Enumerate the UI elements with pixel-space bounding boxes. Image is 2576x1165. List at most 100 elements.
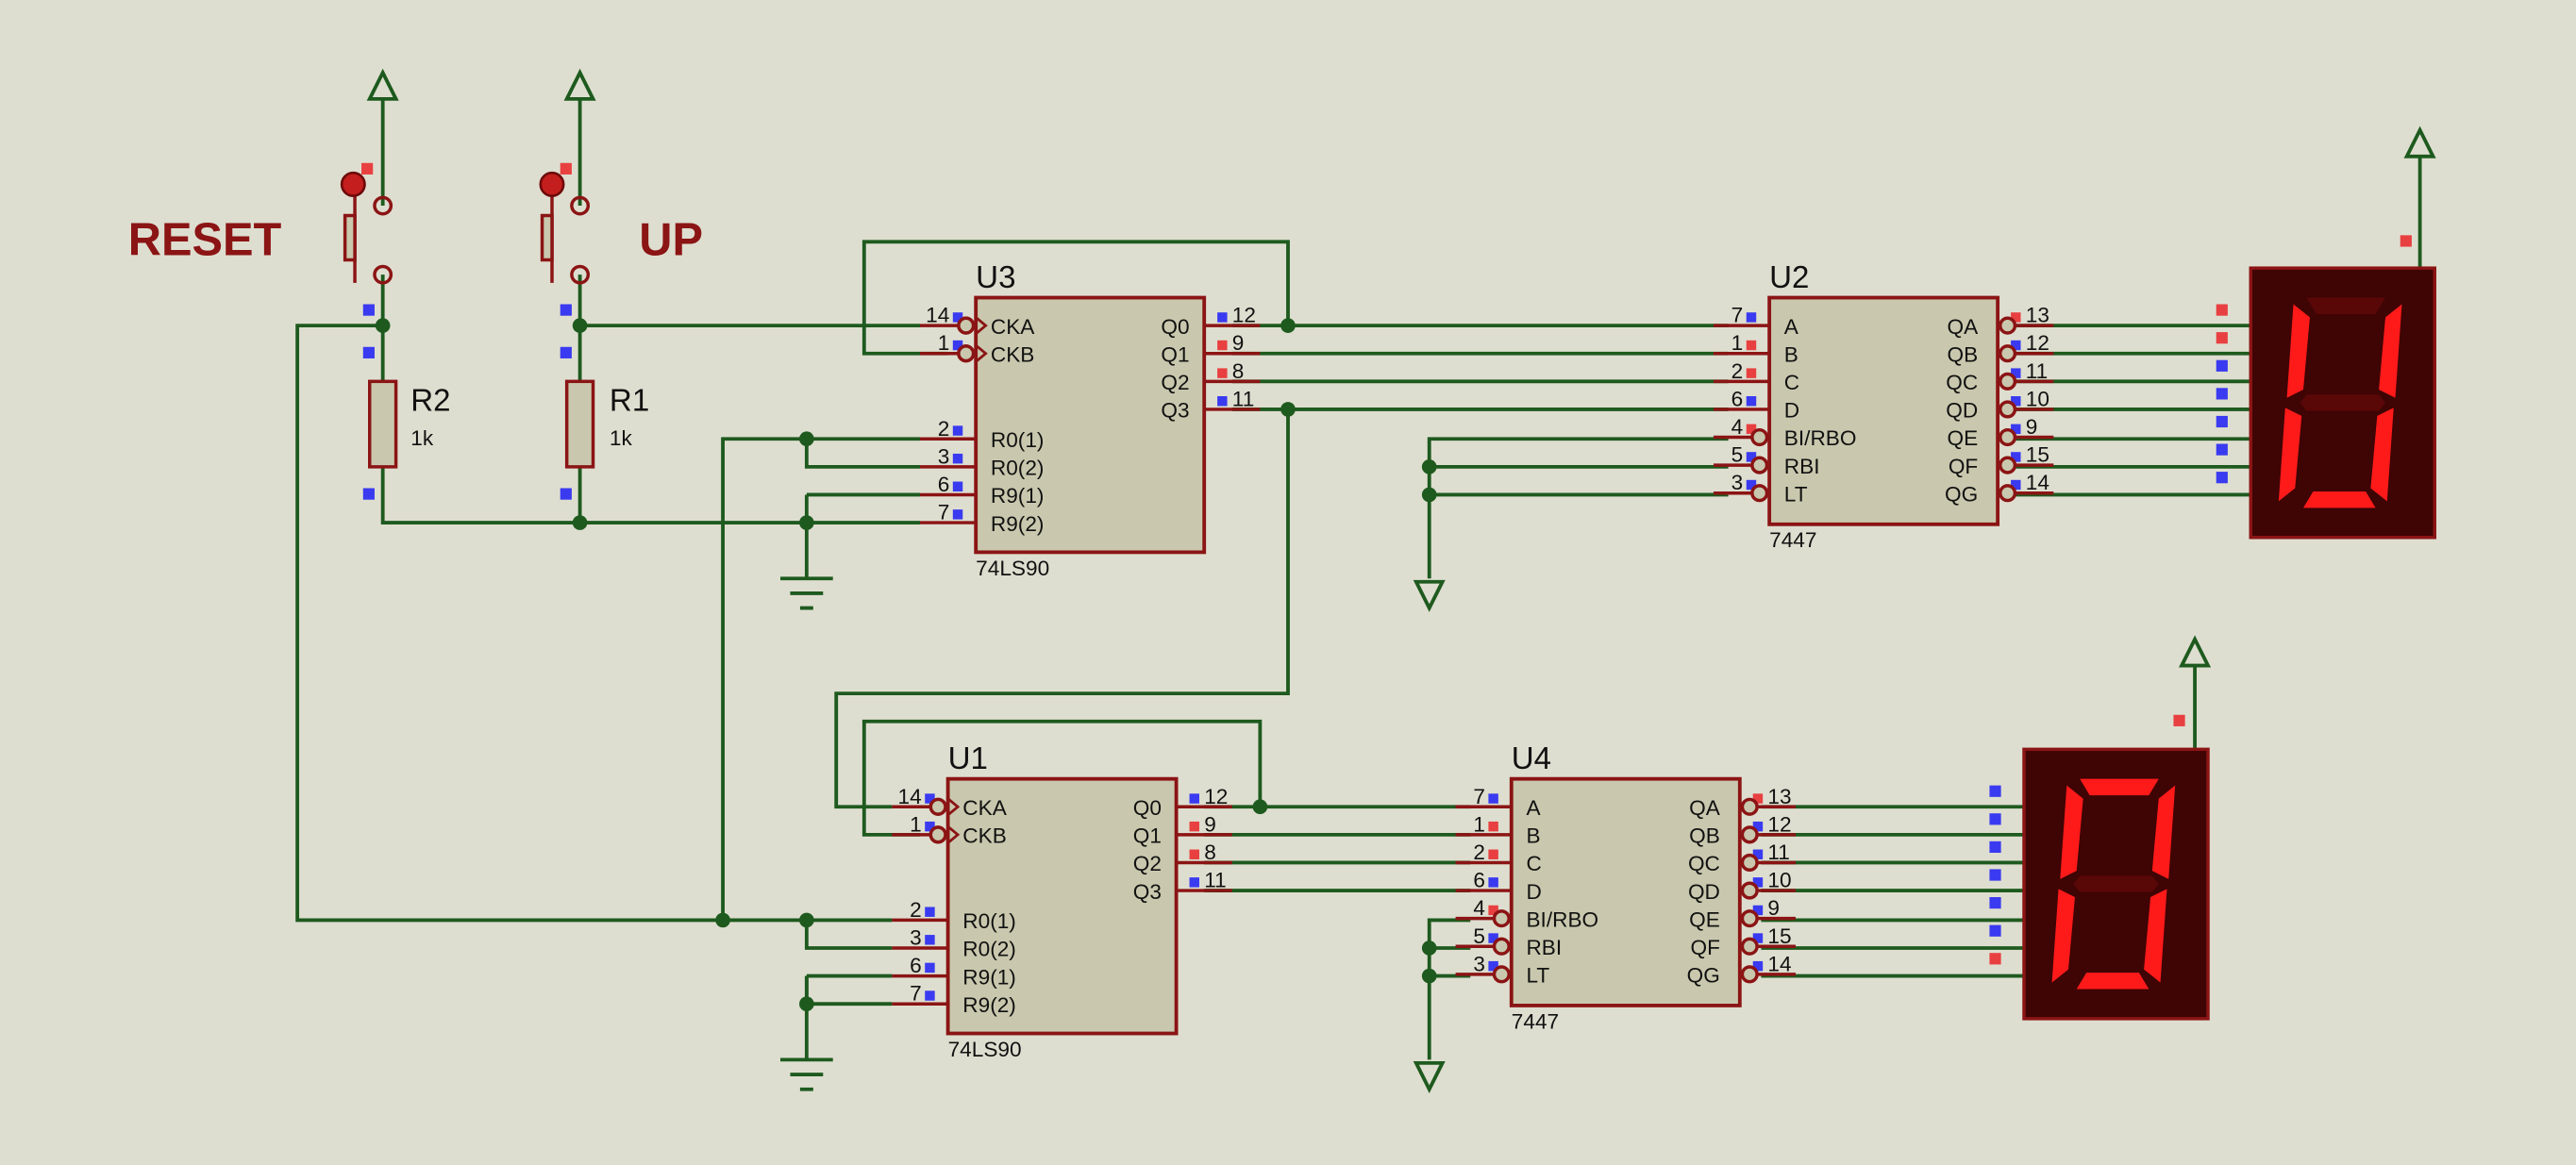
pin-marker — [1989, 953, 2001, 965]
pin-name: Q3 — [1161, 399, 1189, 423]
pin-number: 6 — [910, 954, 922, 977]
pin-number: 2 — [910, 898, 922, 922]
pin-marker — [1189, 877, 1199, 888]
pin-number: 6 — [1731, 387, 1744, 410]
inverting-bubble-icon — [1740, 965, 1759, 984]
ic-u4: 71264531312111091514ABCDBI/RBORBILTQAQBQ… — [1455, 741, 1796, 1033]
pin-name: C — [1526, 852, 1541, 875]
pin-number: 12 — [2026, 331, 2049, 355]
pin-name: QA — [1948, 315, 1980, 339]
pin-number: 9 — [1767, 896, 1780, 920]
pin-number: 3 — [1473, 952, 1485, 975]
pin-marker — [1746, 396, 1757, 407]
junction-dot — [799, 431, 814, 447]
pin-marker — [2216, 332, 2228, 344]
inverting-bubble-icon — [1750, 484, 1769, 503]
pin-name: A — [1784, 315, 1799, 339]
pin-number: 10 — [2026, 387, 2049, 410]
resistor-ref: R2 — [410, 384, 450, 419]
pin-number: 5 — [1731, 443, 1744, 467]
pin-name: QF — [1690, 936, 1719, 959]
pin-marker — [925, 990, 935, 1001]
pin-name: B — [1526, 824, 1540, 848]
resistor-value: 1k — [610, 426, 633, 450]
pin-name: R0(1) — [962, 909, 1016, 933]
power-arrow-icon — [2403, 125, 2436, 158]
ground-arrow-icon — [1413, 1060, 1446, 1094]
resistor-r2: R2 1k — [368, 379, 451, 469]
pin-number: 11 — [1767, 840, 1790, 864]
inverting-bubble-icon — [1740, 937, 1759, 956]
segment-g — [2073, 875, 2159, 892]
junction-dot — [1421, 940, 1437, 956]
pin-number: 1 — [938, 331, 950, 355]
pin-number: 12 — [1767, 812, 1791, 836]
inverting-bubble-icon — [1999, 372, 2017, 391]
pin-name: Q0 — [1161, 315, 1189, 339]
inverting-bubble-icon — [1999, 456, 2017, 474]
up-label: UP — [639, 214, 703, 265]
ground-arrow-icon — [1413, 579, 1446, 612]
pin-number: 3 — [1731, 471, 1744, 494]
pin-marker — [1488, 849, 1498, 859]
pin-number: 1 — [910, 812, 922, 836]
pin-marker — [925, 962, 935, 974]
pin-number: 11 — [2026, 359, 2049, 383]
pin-number: 7 — [910, 982, 922, 1006]
pin-name: QC — [1688, 852, 1720, 875]
pin-marker — [1217, 340, 1228, 351]
seven-segment-display-top — [2216, 266, 2437, 540]
pin-number: 9 — [1232, 331, 1245, 355]
pin-name: R0(2) — [991, 457, 1045, 480]
pin-marker — [1189, 849, 1199, 859]
pin-number: 7 — [1731, 304, 1744, 327]
ic-u3: 14 CKA 1 CKB 2 R0(1) 3 R0(2) 6 R9(1) 7 R9(2) 12 Q0 9 Q1… — [920, 260, 1261, 580]
inverting-bubble-icon — [1492, 937, 1511, 956]
pin-number: 14 — [1767, 952, 1791, 975]
pin-name: QG — [1945, 482, 1978, 506]
switch-knob-icon[interactable] — [340, 171, 366, 197]
pin-marker — [952, 509, 963, 520]
seven-segment-display-bottom — [1989, 747, 2210, 1021]
pin-name: R9(2) — [991, 512, 1045, 536]
segment-a — [2080, 778, 2159, 796]
segment-d — [2076, 973, 2149, 990]
ic-part-number: 7447 — [1769, 528, 1816, 552]
pin-marker — [1989, 840, 2001, 854]
pin-number: 2 — [938, 417, 950, 441]
junction-dot — [1421, 459, 1437, 474]
pin-name: LT — [1526, 964, 1549, 988]
pin-name: B — [1784, 342, 1798, 366]
junction-dot — [572, 318, 588, 333]
pin-number: 1 — [1731, 331, 1744, 355]
pin-marker — [1217, 312, 1228, 323]
pin-name: QG — [1687, 964, 1720, 988]
pin-name: D — [1526, 880, 1541, 904]
inverting-bubble-icon — [1999, 427, 2017, 447]
pin-name: Q1 — [1133, 824, 1162, 848]
junction-dot — [799, 515, 814, 530]
inverting-bubble-icon — [928, 825, 947, 844]
ic-part-number: 7447 — [1512, 1009, 1559, 1033]
pin-name: LT — [1784, 482, 1808, 506]
inverting-bubble-icon — [1999, 316, 2017, 335]
pin-name: QB — [1948, 342, 1979, 366]
pin-number: 3 — [910, 926, 922, 950]
pin-marker — [1488, 877, 1498, 888]
pin-name: Q2 — [1133, 852, 1162, 875]
pin-number: 5 — [1473, 924, 1485, 948]
pin-name: CKA — [991, 315, 1035, 339]
junction-dot — [572, 515, 588, 530]
pin-name: R0(2) — [962, 938, 1016, 961]
ic-part-number: 74LS90 — [976, 557, 1049, 580]
ic-reference: U3 — [976, 260, 1015, 295]
ic-reference: U2 — [1769, 260, 1809, 295]
inverting-bubble-icon — [1492, 965, 1511, 984]
pin-number: 7 — [1473, 785, 1485, 808]
inverting-bubble-icon — [957, 316, 976, 335]
pin-number: 4 — [1731, 415, 1744, 439]
pin-name: RBI — [1784, 455, 1820, 478]
switch-knob-icon[interactable] — [539, 171, 565, 197]
segment-d — [2302, 491, 2376, 508]
pin-name: R9(1) — [962, 965, 1016, 989]
